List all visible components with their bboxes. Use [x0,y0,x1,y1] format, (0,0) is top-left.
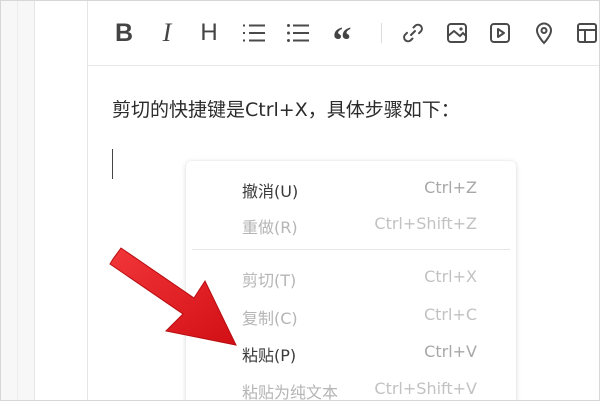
menu-item-undo[interactable]: 撤消(U) Ctrl+Z [186,172,516,204]
heading-button[interactable]: H [193,17,225,49]
menu-item-copy[interactable]: 复制(C) Ctrl+C [186,299,516,331]
link-icon [403,23,423,43]
toolbar-divider [381,23,382,43]
editor-paragraph[interactable]: 剪切的快捷键是Ctrl+X，具体步骤如下： [112,95,460,122]
editor-toolbar: B I H “ [88,1,599,66]
link-button[interactable] [397,17,429,49]
quote-icon: “ [332,20,352,62]
menu-separator [192,249,510,250]
context-menu: 撤消(U) Ctrl+Z 重做(R) Ctrl+Shift+Z 剪切(T) Ct… [186,161,516,401]
gutter-line [17,1,18,400]
menu-item-paste-plain-text[interactable]: 粘贴为纯文本 Ctrl+Shift+V [186,373,516,401]
quote-button[interactable]: “ [326,17,358,60]
ordered-list-icon [243,24,265,42]
menu-item-label: 重做(R) [242,218,298,237]
table-button[interactable] [571,17,599,49]
text-cursor [112,149,113,179]
menu-item-label: 复制(C) [242,309,298,328]
left-gutter [1,1,35,400]
italic-icon: I [162,18,172,47]
rich-text-editor: B I H “ 剪切的快捷键是Ctrl+X，具体步骤如下： 撤消(U) Ctrl… [87,1,599,400]
menu-item-shortcut: Ctrl+Shift+Z [374,214,477,233]
menu-item-shortcut: Ctrl+C [423,305,477,324]
heading-icon: H [200,19,218,46]
italic-button[interactable]: I [151,17,183,49]
ordered-list-button[interactable] [238,17,270,49]
bold-button[interactable]: B [108,17,140,49]
menu-item-shortcut: Ctrl+X [424,267,477,286]
video-button[interactable] [484,17,516,49]
unordered-list-icon [287,24,309,42]
menu-item-redo[interactable]: 重做(R) Ctrl+Shift+Z [186,208,516,240]
bold-icon: B [114,18,134,47]
location-button[interactable] [528,17,560,49]
location-pin-icon [535,22,553,45]
video-icon [490,23,510,43]
menu-item-shortcut: Ctrl+Shift+V [374,379,477,398]
menu-item-shortcut: Ctrl+V [424,342,477,361]
menu-item-label: 粘贴(P) [242,346,297,365]
menu-item-cut[interactable]: 剪切(T) Ctrl+X [186,261,516,293]
image-button[interactable] [441,17,473,49]
menu-item-label: 剪切(T) [242,271,297,290]
menu-item-shortcut: Ctrl+Z [424,178,477,197]
menu-item-label: 撤消(U) [242,182,299,201]
unordered-list-button[interactable] [282,17,314,49]
menu-item-paste[interactable]: 粘贴(P) Ctrl+V [186,336,516,368]
menu-item-label: 粘贴为纯文本 [242,383,339,401]
app-window: B I H “ 剪切的快捷键是Ctrl+X，具体步骤如下： 撤消(U) Ctrl… [0,0,600,401]
image-icon [447,23,467,43]
table-icon [577,23,597,43]
